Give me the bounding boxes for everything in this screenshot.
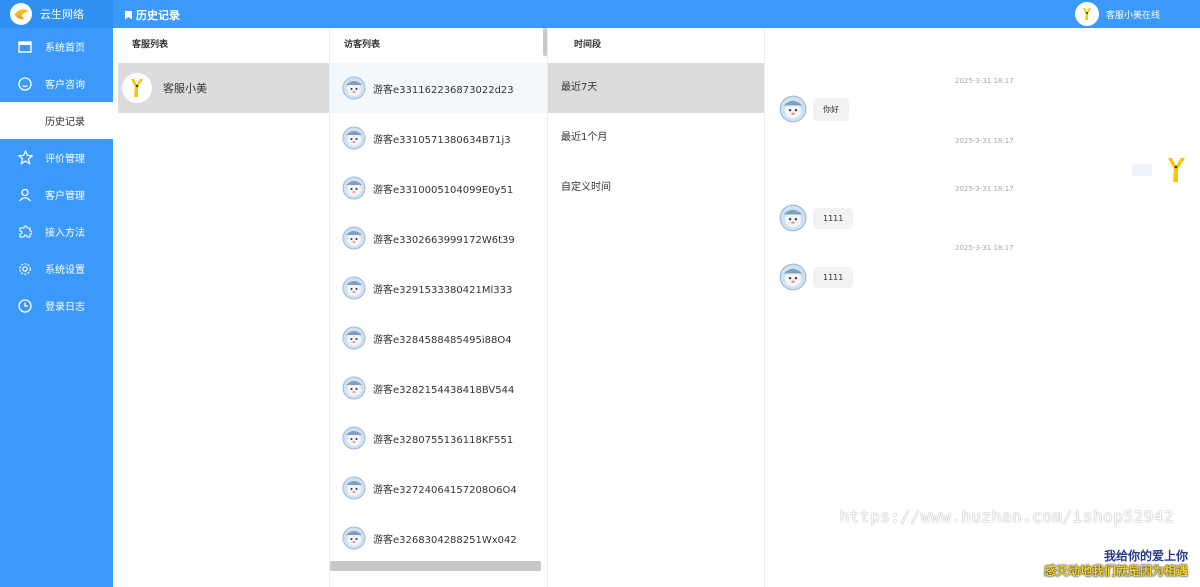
visitor-name: 游客e3282154438418BV544 <box>373 384 515 396</box>
visitor-name: 游客e3310005104099E0y51 <box>373 184 514 196</box>
visitor-name: 游客e32724064157208O6O4 <box>373 484 517 496</box>
visitor-avatar <box>342 126 366 150</box>
chat-history: 2025-3-31 18:17 你好 2025-3-31 18:17 2025-… <box>765 28 1200 587</box>
page-title: 历史记录 <box>125 7 180 23</box>
visitor-avatar <box>342 226 366 250</box>
sidebar-item-login-log[interactable]: 登录日志 <box>0 287 113 324</box>
message-row: 1111 <box>779 263 854 291</box>
sidebar-item-label: 系统首页 <box>45 43 85 54</box>
message-time: 2025-3-31 18:17 <box>955 137 1014 145</box>
visitor-list-header: 访客列表 <box>344 40 381 50</box>
sidebar-item-label: 系统设置 <box>45 265 85 276</box>
promo-line-1: 我给你的爱上你 <box>1103 549 1188 563</box>
sidebar-item-settings[interactable]: 系统设置 <box>0 250 113 287</box>
sidebar-item-customers[interactable]: 客户管理 <box>0 176 113 213</box>
period-panel: 时间段 最近7天 最近1个月 自定义时间 <box>548 28 764 587</box>
visitor-list: 游客e331162236873022d23 游客e3310571380634B71… <box>330 63 547 563</box>
message-row <box>1132 156 1190 184</box>
period-custom[interactable]: 自定义时间 <box>548 163 764 213</box>
promo-text: 我给你的爱上你 感天动地我们就是因为相遇 <box>1044 549 1188 579</box>
top-bar: 历史记录 客服小美在线 <box>113 0 1200 28</box>
watermark: https://www.huzhan.com/ishop52942 <box>839 507 1174 526</box>
visitor-avatar <box>342 276 366 300</box>
visitor-avatar <box>779 204 807 232</box>
sidebar-item-consultation[interactable]: 客户咨询 <box>0 65 113 102</box>
sidebar-item-label: 客户管理 <box>45 191 85 202</box>
period-last-7-days[interactable]: 最近7天 <box>548 63 764 113</box>
visitor-item[interactable]: 游客e331162236873022d23 <box>330 63 547 113</box>
page-title-text: 历史记录 <box>136 9 180 22</box>
message-row: 1111 <box>779 204 854 232</box>
message-bubble <box>1132 164 1152 176</box>
sidebar-item-label: 客户咨询 <box>45 80 85 91</box>
visitor-avatar <box>342 526 366 550</box>
smile-icon <box>17 76 33 92</box>
visitor-item[interactable]: 游客e3302663999172W6t39 <box>330 213 547 263</box>
message-bubble: 1111 <box>813 207 854 229</box>
horizontal-scrollbar[interactable] <box>330 561 541 571</box>
sidebar-item-dashboard[interactable]: 系统首页 <box>0 28 113 65</box>
service-list-panel: 客服列表 客服小美 <box>118 28 329 587</box>
agent-avatar <box>1162 156 1190 184</box>
visitor-item[interactable]: 游客e3284588485495i88O4 <box>330 313 547 363</box>
sidebar-item-label: 历史记录 <box>45 117 85 128</box>
message-bubble: 你好 <box>813 97 849 121</box>
period-last-month[interactable]: 最近1个月 <box>548 113 764 163</box>
period-header: 时间段 <box>574 40 602 50</box>
sidebar-item-label: 接入方法 <box>45 228 85 239</box>
gear-icon <box>17 261 33 277</box>
visitor-name: 游客e3284588485495i88O4 <box>373 334 512 346</box>
message-time: 2025-3-31 18:17 <box>955 244 1014 252</box>
sidebar-item-reviews[interactable]: 评价管理 <box>0 139 113 176</box>
agent-status-text: 客服小美在线 <box>1105 10 1160 21</box>
visitor-name: 游客e3302663999172W6t39 <box>373 234 515 246</box>
visitor-name: 游客e3310571380634B71j3 <box>373 134 511 146</box>
message-bubble: 1111 <box>813 266 854 288</box>
brand: 云生网络 <box>0 0 113 28</box>
sidebar-item-integration[interactable]: 接入方法 <box>0 213 113 250</box>
visitor-name: 游客e3291533380421Ml333 <box>373 284 513 296</box>
visitor-avatar <box>342 476 366 500</box>
visitor-item[interactable]: 游客e3280755136118KF551 <box>330 413 547 463</box>
sidebar-item-history[interactable]: 历史记录 <box>0 102 113 139</box>
visitor-avatar <box>342 326 366 350</box>
visitor-name: 游客e3280755136118KF551 <box>373 434 514 446</box>
bird-logo-icon <box>10 3 32 25</box>
visitor-avatar <box>342 76 366 100</box>
message-time: 2025-3-31 18:17 <box>955 185 1014 193</box>
sidebar: 云生网络 系统首页 客户咨询 历史记录 评价管理 客户管理 接入方法 系统设置 … <box>0 0 113 587</box>
visitor-list-panel: 访客列表 游客e331162236873022d23 游客e33105713806… <box>330 28 547 587</box>
user-icon <box>17 187 33 203</box>
visitor-item[interactable]: 游客e32724064157208O6O4 <box>330 463 547 513</box>
window-icon <box>17 39 33 55</box>
message-time: 2025-3-31 18:17 <box>955 77 1014 85</box>
sidebar-item-label: 评价管理 <box>45 154 85 165</box>
brand-title: 云生网络 <box>40 8 84 21</box>
agent-avatar <box>1074 2 1099 26</box>
service-item[interactable]: 客服小美 <box>118 63 329 113</box>
promo-line-2: 感天动地我们就是因为相遇 <box>1043 564 1188 578</box>
visitor-item[interactable]: 游客e3310571380634B71j3 <box>330 113 547 163</box>
agent-status[interactable]: 客服小美在线 <box>1074 2 1160 26</box>
visitor-item[interactable]: 游客e3291533380421Ml333 <box>330 263 547 313</box>
service-list-header: 客服列表 <box>132 40 169 50</box>
visitor-name: 游客e3268304288251Wx042 <box>373 534 517 546</box>
message-row: 你好 <box>779 95 849 123</box>
visitor-item[interactable]: 游客e3268304288251Wx042 <box>330 513 547 563</box>
clock-icon <box>17 298 33 314</box>
visitor-item[interactable]: 游客e3282154438418BV544 <box>330 363 547 413</box>
visitor-name: 游客e331162236873022d23 <box>373 84 514 96</box>
visitor-avatar <box>342 376 366 400</box>
visitor-avatar <box>779 263 807 291</box>
visitor-avatar <box>342 176 366 200</box>
service-item-name: 客服小美 <box>163 82 207 95</box>
sidebar-item-label: 登录日志 <box>45 302 85 313</box>
visitor-avatar <box>342 426 366 450</box>
agent-avatar <box>122 73 152 103</box>
star-icon <box>17 150 33 166</box>
bookmark-icon <box>125 10 132 20</box>
visitor-item[interactable]: 游客e3310005104099E0y51 <box>330 163 547 213</box>
puzzle-icon <box>17 224 33 240</box>
visitor-avatar <box>779 95 807 123</box>
